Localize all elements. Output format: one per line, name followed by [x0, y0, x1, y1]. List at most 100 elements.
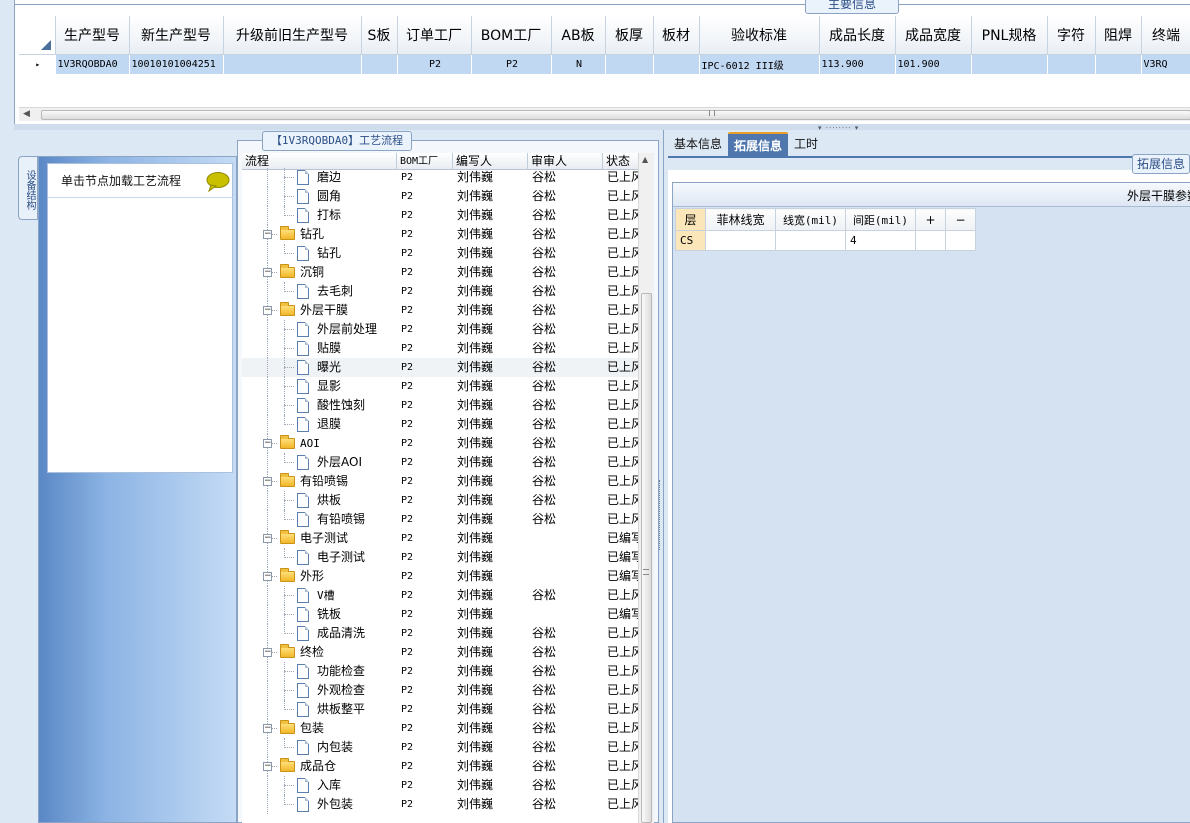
grid-cell[interactable]: 101.900: [895, 54, 972, 74]
main-grid-horizontal-scrollbar[interactable]: ◀: [19, 107, 1190, 121]
tree-row[interactable]: 有铅喷锡 P2 刘伟巍 谷松 已上风: [242, 510, 638, 529]
scroll-left-arrow-icon[interactable]: ◀: [23, 109, 30, 119]
tree-node[interactable]: − 成品仓: [242, 757, 397, 776]
tree-node[interactable]: 外层前处理: [242, 320, 397, 339]
tree-row[interactable]: 磨边 P2 刘伟巍 谷松 已上风: [242, 168, 638, 187]
tree-row[interactable]: − 钻孔 P2 刘伟巍 谷松 已上风: [242, 225, 638, 244]
tree-row[interactable]: 贴膜 P2 刘伟巍 谷松 已上风: [242, 339, 638, 358]
tree-node[interactable]: 功能检查: [242, 662, 397, 681]
col-header[interactable]: 字符: [1047, 16, 1096, 55]
collapse-toggle-icon[interactable]: −: [263, 572, 272, 581]
tree-node[interactable]: − 有铅喷锡: [242, 472, 397, 491]
tree-node[interactable]: 磨边: [242, 168, 397, 187]
grid-cell[interactable]: 1V3RQOBDA0: [55, 54, 130, 74]
tree-node[interactable]: 去毛刺: [242, 282, 397, 301]
params-cell-line-width[interactable]: [775, 230, 846, 251]
tree-row[interactable]: − 终检 P2 刘伟巍 谷松 已上风: [242, 643, 638, 662]
tree-row[interactable]: − 有铅喷锡 P2 刘伟巍 谷松 已上风: [242, 472, 638, 491]
tree-node[interactable]: 外包装: [242, 795, 397, 814]
col-header[interactable]: 生产型号: [55, 16, 130, 55]
tree-node[interactable]: 打标: [242, 206, 397, 225]
tree-node[interactable]: 圆角: [242, 187, 397, 206]
params-row[interactable]: CS 4: [675, 230, 976, 251]
tree-row[interactable]: 酸性蚀刻 P2 刘伟巍 谷松 已上风: [242, 396, 638, 415]
grid-cell[interactable]: P2: [471, 54, 552, 74]
tree-node[interactable]: 成品清洗: [242, 624, 397, 643]
tab-extended-info[interactable]: 拓展信息: [728, 132, 789, 156]
tree-row[interactable]: 外层前处理 P2 刘伟巍 谷松 已上风: [242, 320, 638, 339]
main-grid-row[interactable]: ▸ 1V3RQOBDA0 10010101004251 P2 P2 N IPC-6012 …: [19, 54, 1190, 74]
tree-node[interactable]: − 终检: [242, 643, 397, 662]
tree-row[interactable]: 曝光 P2 刘伟巍 谷松 已上风: [242, 358, 638, 377]
col-header[interactable]: 板材: [653, 16, 700, 55]
tree-row[interactable]: − AOI P2 刘伟巍 谷松 已上风: [242, 434, 638, 453]
params-cell-spacing[interactable]: 4: [845, 230, 916, 251]
tree-row[interactable]: 钻孔 P2 刘伟巍 谷松 已上风: [242, 244, 638, 263]
tree-node[interactable]: 烘板: [242, 491, 397, 510]
tree-row[interactable]: 烘板 P2 刘伟巍 谷松 已上风: [242, 491, 638, 510]
tree-row[interactable]: 显影 P2 刘伟巍 谷松 已上风: [242, 377, 638, 396]
params-cell-remove[interactable]: [945, 230, 976, 251]
tree-node[interactable]: 有铅喷锡: [242, 510, 397, 529]
tree-node[interactable]: 显影: [242, 377, 397, 396]
col-header[interactable]: BOM工厂: [471, 16, 552, 55]
col-header[interactable]: 验收标准: [699, 16, 820, 55]
grid-cell[interactable]: P2: [397, 54, 472, 74]
grid-cell[interactable]: [971, 54, 1048, 74]
scrollbar-thumb[interactable]: [41, 110, 1190, 120]
tree-row[interactable]: 电子测试 P2 刘伟巍 已编写: [242, 548, 638, 567]
col-header[interactable]: 订单工厂: [397, 16, 472, 55]
tree-node[interactable]: 退膜: [242, 415, 397, 434]
tree-row[interactable]: − 沉铜 P2 刘伟巍 谷松 已上风: [242, 263, 638, 282]
tree-node[interactable]: 铣板: [242, 605, 397, 624]
tree-row[interactable]: V槽 P2 刘伟巍 谷松 已上风: [242, 586, 638, 605]
tree-node[interactable]: − 包装: [242, 719, 397, 738]
tree-row[interactable]: 入库 P2 刘伟巍 谷松 已上风: [242, 776, 638, 795]
grid-cell[interactable]: 10010101004251: [129, 54, 224, 74]
tree-row[interactable]: 功能检查 P2 刘伟巍 谷松 已上风: [242, 662, 638, 681]
collapse-toggle-icon[interactable]: −: [263, 230, 272, 239]
tree-row[interactable]: 内包装 P2 刘伟巍 谷松 已上风: [242, 738, 638, 757]
scrollbar-thumb[interactable]: [641, 293, 652, 823]
tree-row[interactable]: − 包装 P2 刘伟巍 谷松 已上风: [242, 719, 638, 738]
grid-cell[interactable]: [653, 54, 700, 74]
tree-node[interactable]: − 外形: [242, 567, 397, 586]
tree-node[interactable]: 酸性蚀刻: [242, 396, 397, 415]
collapse-toggle-icon[interactable]: −: [263, 268, 272, 277]
sidebar-tab[interactable]: 设备结构: [18, 156, 38, 220]
tree-node[interactable]: 外层AOI: [242, 453, 397, 472]
tree-node[interactable]: 曝光: [242, 358, 397, 377]
collapse-toggle-icon[interactable]: −: [263, 534, 272, 543]
tree-row[interactable]: 打标 P2 刘伟巍 谷松 已上风: [242, 206, 638, 225]
tree-vertical-scrollbar[interactable]: ▲: [638, 153, 654, 823]
collapse-toggle-icon[interactable]: −: [263, 439, 272, 448]
tree-node[interactable]: − 电子测试: [242, 529, 397, 548]
tree-node[interactable]: − 外层干膜: [242, 301, 397, 320]
scroll-up-arrow-icon[interactable]: ▲: [642, 155, 648, 164]
grid-cell[interactable]: [361, 54, 398, 74]
collapse-toggle-icon[interactable]: −: [263, 724, 272, 733]
grid-cell[interactable]: IPC-6012 III级: [699, 54, 820, 74]
tab-work-hours[interactable]: 工时: [788, 132, 824, 156]
tree-node[interactable]: − 沉铜: [242, 263, 397, 282]
tree-node[interactable]: 电子测试: [242, 548, 397, 567]
grid-cell[interactable]: 113.900: [819, 54, 896, 74]
collapse-toggle-icon[interactable]: −: [263, 306, 272, 315]
grid-cell[interactable]: N: [551, 54, 606, 74]
grid-cell[interactable]: [1095, 54, 1142, 74]
collapse-toggle-icon[interactable]: −: [263, 648, 272, 657]
tree-row[interactable]: − 外层干膜 P2 刘伟巍 谷松 已上风: [242, 301, 638, 320]
tree-row[interactable]: 铣板 P2 刘伟巍 已编写: [242, 605, 638, 624]
params-cell-layer[interactable]: CS: [675, 230, 706, 251]
tree-row[interactable]: 烘板整平 P2 刘伟巍 谷松 已上风: [242, 700, 638, 719]
col-header[interactable]: 成品长度: [819, 16, 896, 55]
collapse-toggle-icon[interactable]: −: [263, 762, 272, 771]
grid-corner-selector[interactable]: [19, 16, 56, 55]
params-cell-add[interactable]: [915, 230, 946, 251]
tab-basic-info[interactable]: 基本信息: [668, 132, 728, 156]
tree-row[interactable]: 退膜 P2 刘伟巍 谷松 已上风: [242, 415, 638, 434]
tree-row[interactable]: 外层AOI P2 刘伟巍 谷松 已上风: [242, 453, 638, 472]
tree-row[interactable]: 圆角 P2 刘伟巍 谷松 已上风: [242, 187, 638, 206]
tree-row[interactable]: 去毛刺 P2 刘伟巍 谷松 已上风: [242, 282, 638, 301]
tree-node[interactable]: 入库: [242, 776, 397, 795]
